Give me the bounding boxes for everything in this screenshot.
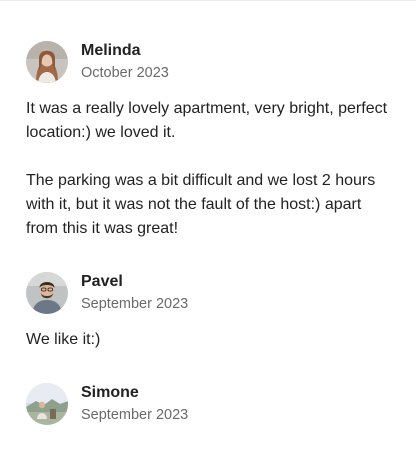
review-item: Melinda October 2023 It was a really lov… xyxy=(26,40,396,241)
review-text: It was a really lovely apartment, very b… xyxy=(26,97,396,241)
review-paragraph: We like it:) xyxy=(26,331,101,348)
reviewer-name[interactable]: Melinda xyxy=(81,41,169,61)
reviews-list: Melinda October 2023 It was a really lov… xyxy=(26,40,396,456)
reviewer-meta: Pavel September 2023 xyxy=(81,272,188,314)
review-item: Pavel September 2023 We like it:) xyxy=(26,271,396,352)
review-paragraph: The parking was a bit difficult and we l… xyxy=(26,172,376,237)
reviewer-meta: Simone September 2023 xyxy=(81,383,188,425)
avatar-woman-icon[interactable] xyxy=(26,41,68,83)
reviewer-meta: Melinda October 2023 xyxy=(81,41,169,83)
review-text: We like it:) xyxy=(26,328,396,352)
reviewer-name[interactable]: Pavel xyxy=(81,272,188,292)
review-date: September 2023 xyxy=(81,296,189,312)
top-divider xyxy=(0,0,416,1)
review-date: October 2023 xyxy=(81,65,169,81)
review-paragraph: It was a really lovely apartment, very b… xyxy=(26,100,388,141)
review-header: Melinda October 2023 xyxy=(26,40,396,84)
avatar-landscape-icon[interactable] xyxy=(26,383,68,425)
avatar-man-icon[interactable] xyxy=(26,272,68,314)
review-date: September 2023 xyxy=(81,407,189,423)
review-item: Simone September 2023 xyxy=(26,382,396,426)
review-header: Pavel September 2023 xyxy=(26,271,396,315)
reviewer-name[interactable]: Simone xyxy=(81,383,188,403)
review-header: Simone September 2023 xyxy=(26,382,396,426)
